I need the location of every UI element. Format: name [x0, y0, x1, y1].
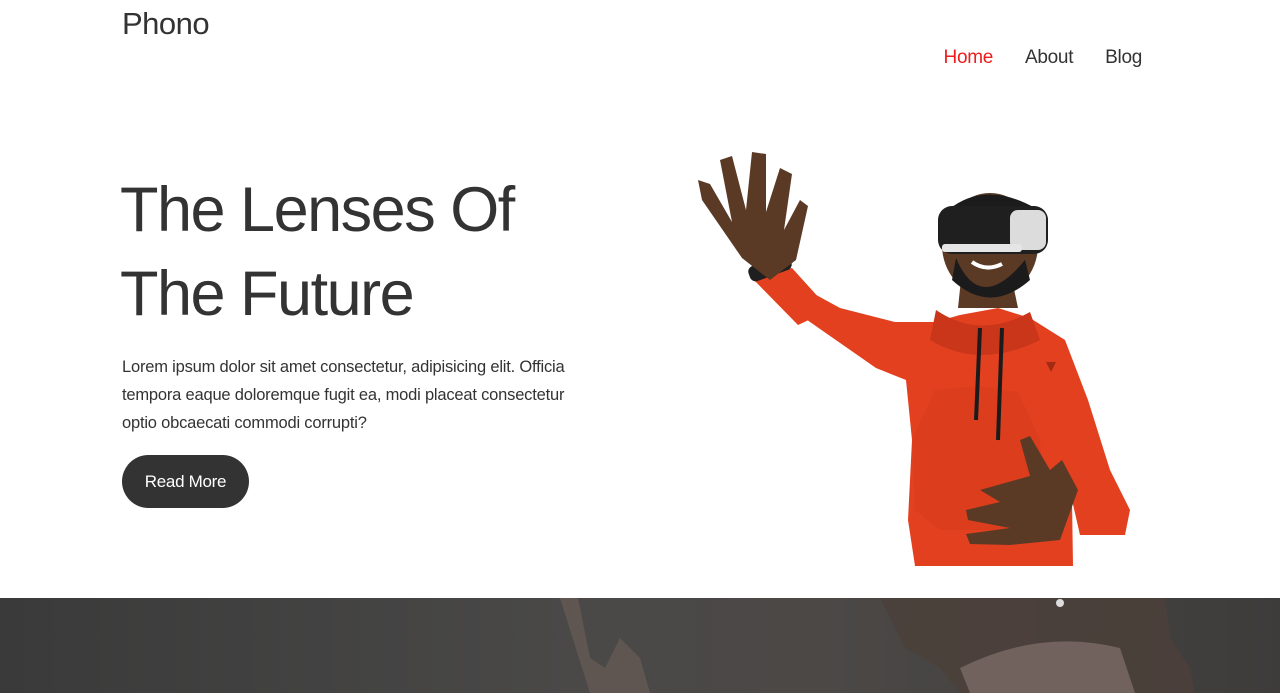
nav-about-link[interactable]: About	[1025, 47, 1073, 69]
site-header: Phono Home About Blog	[0, 0, 1280, 100]
nav-home-link[interactable]: Home	[944, 47, 994, 69]
read-more-button[interactable]: Read More	[122, 455, 249, 508]
site-logo[interactable]: Phono	[122, 6, 210, 42]
nav-blog-link[interactable]: Blog	[1105, 47, 1142, 69]
vr-man-illustration	[698, 152, 1130, 566]
hero-description: Lorem ipsum dolor sit amet consectetur, …	[122, 358, 565, 432]
main-nav: Home About Blog	[944, 47, 1143, 69]
vr-woman-photo	[560, 598, 1195, 693]
hero-title-line-1: The Lenses Of	[120, 175, 515, 245]
hero-title: The Lenses Of The Future	[120, 168, 640, 336]
hero-image-vr-man	[680, 140, 1150, 570]
secondary-hero-banner	[0, 598, 1280, 693]
hero-title-line-2: The Future	[120, 259, 415, 329]
